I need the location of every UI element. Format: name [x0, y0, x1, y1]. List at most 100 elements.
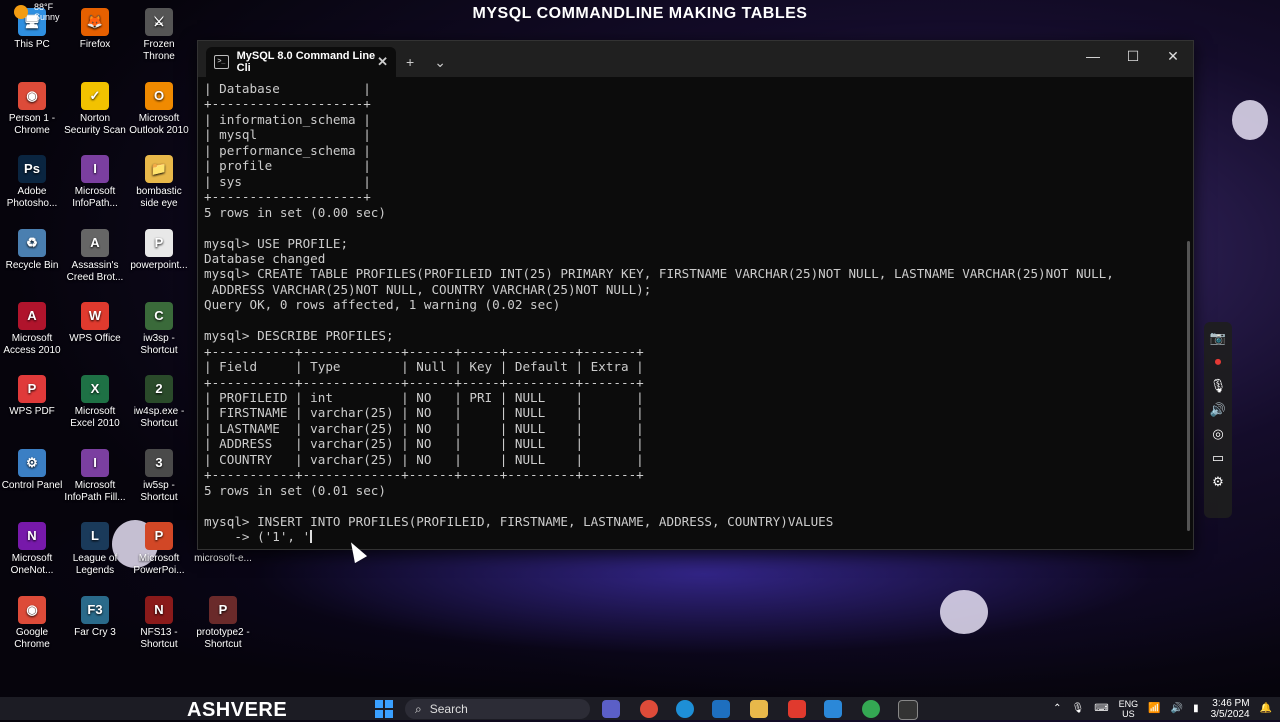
teams-icon[interactable] — [602, 700, 620, 718]
record-icon[interactable]: ⏺ — [1208, 352, 1228, 372]
battery-icon[interactable]: ▮ — [1193, 703, 1199, 714]
desktop-icon[interactable]: Pprototype2 - Shortcut — [191, 596, 255, 651]
wps-icon: W — [81, 302, 109, 330]
webcam-icon[interactable]: ◎ — [1208, 424, 1228, 444]
desktop-icon[interactable]: I Microsoft InfoPath Fill... — [63, 449, 127, 504]
desktop-icon-label: WPS PDF — [9, 406, 55, 417]
desktop-icon[interactable]: P WPS PDF — [0, 375, 64, 418]
desktop-icon[interactable]: ⚙ Control Panel — [0, 449, 64, 492]
console-line: 5 rows in set (0.00 sec) — [204, 204, 386, 220]
desktop-icon[interactable]: Ppowerpoint... — [127, 229, 191, 272]
scrollbar[interactable] — [1187, 241, 1190, 531]
terminal-app-icon[interactable] — [898, 700, 918, 720]
wps-icon[interactable] — [788, 700, 806, 718]
console-line: +-----------+-------------+------+-----+… — [204, 374, 644, 390]
desktop-icon[interactable]: ♻ Recycle Bin — [0, 229, 64, 272]
infopath-icon: I — [81, 449, 109, 477]
console-line: 5 rows in set (0.01 sec) — [204, 482, 386, 498]
desktop-icon[interactable]: A Assassin's Creed Brot... — [63, 229, 127, 284]
game-icon: L — [81, 522, 109, 550]
minimize-button[interactable]: — — [1073, 41, 1113, 71]
language-indicator[interactable]: ENG US — [1119, 699, 1139, 719]
desktop-icon-label: Recycle Bin — [5, 260, 59, 271]
start-button[interactable] — [375, 700, 393, 718]
notification-icon[interactable]: 🔔 — [1260, 703, 1272, 714]
maximize-button[interactable]: ☐ — [1113, 41, 1153, 71]
desktop-icon[interactable]: X Microsoft Excel 2010 — [63, 375, 127, 430]
keyboard-icon[interactable]: ⌨ — [1094, 703, 1108, 714]
desktop-icon[interactable]: ⚔ Frozen Throne — [127, 8, 191, 63]
chevron-up-icon[interactable]: ⌃ — [1053, 703, 1061, 714]
desktop-icon-label: Frozen Throne — [143, 39, 175, 62]
desktop-icon[interactable]: L League of Legends — [63, 522, 127, 577]
desktop-icon[interactable]: ◉ Google Chrome — [0, 596, 64, 651]
terminal-window[interactable]: >_ MySQL 8.0 Command Line Cli ✕ + ⌄ — ☐ … — [197, 40, 1194, 550]
taskbar-search[interactable]: ⌕ Search — [405, 699, 590, 719]
desktop-icon[interactable]: F3 Far Cry 3 — [63, 596, 127, 639]
desktop-icon[interactable]: ✓ Norton Security Scan — [63, 82, 127, 137]
desktop-icon[interactable]: N Microsoft OneNot... — [0, 522, 64, 577]
wifi-icon[interactable]: 📶 — [1148, 703, 1160, 714]
console-line: | sys | — [204, 173, 371, 189]
desktop-icon[interactable]: 🦊 Firefox — [63, 8, 127, 51]
chrome-icon[interactable] — [640, 700, 658, 718]
new-tab-button[interactable]: + — [396, 47, 424, 77]
mail-icon[interactable] — [712, 700, 730, 718]
clock[interactable]: 3:46 PM 3/5/2024 — [1211, 698, 1250, 720]
terminal-icon: >_ — [214, 55, 229, 69]
speaker-icon[interactable]: 🔊 — [1208, 400, 1228, 420]
onenote-icon: N — [18, 522, 46, 550]
game-icon: 3 — [145, 449, 173, 477]
desktop-icon[interactable]: Ps Adobe Photosho... — [0, 155, 64, 210]
desktop-icon[interactable]: Ciw3sp - Shortcut — [127, 302, 191, 357]
excel-icon: X — [81, 375, 109, 403]
desktop-icon-label: Control Panel — [1, 480, 63, 491]
desktop-icon[interactable]: ◉ Person 1 - Chrome — [0, 82, 64, 137]
desktop-icon[interactable]: 📁 bombastic side eye — [127, 155, 191, 210]
microphone-icon[interactable]: 🎙 — [1072, 703, 1085, 714]
desktop-icon[interactable]: I Microsoft InfoPath... — [63, 155, 127, 210]
terminal-tab[interactable]: >_ MySQL 8.0 Command Line Cli ✕ — [206, 47, 396, 77]
weather-widget[interactable]: 88°F Sunny — [14, 2, 60, 22]
desktop-icon[interactable]: P Microsoft PowerPoi... — [127, 522, 191, 577]
terminal-titlebar[interactable]: >_ MySQL 8.0 Command Line Cli ✕ + ⌄ — ☐ … — [198, 41, 1193, 77]
desktop-icon[interactable]: N NFS13 - Shortcut — [127, 596, 191, 651]
file-explorer-icon[interactable] — [750, 700, 768, 718]
desktop-icon-label: NFS13 - Shortcut — [140, 627, 178, 650]
norton-icon: ✓ — [81, 82, 109, 110]
chrome-icon[interactable] — [862, 700, 880, 718]
desktop-icon[interactable]: O Microsoft Outlook 2010 — [127, 82, 191, 137]
settings-icon[interactable]: ⚙ — [1208, 472, 1228, 492]
console-line: +-----------+-------------+------+-----+… — [204, 467, 644, 483]
volume-icon[interactable]: 🔊 — [1171, 703, 1183, 714]
tab-dropdown-button[interactable]: ⌄ — [424, 47, 456, 77]
desktop-icon[interactable]: W WPS Office — [63, 302, 127, 345]
console-output[interactable]: | Database | +--------------------+ | info… — [204, 81, 1181, 545]
console-line: Database changed — [204, 250, 326, 266]
console-line: ADDRESS VARCHAR(25)NOT NULL, COUNTRY VAR… — [204, 281, 652, 297]
desktop-icon[interactable]: 2 iw4sp.exe - Shortcut — [127, 375, 191, 430]
console-line: | COUNTRY | varchar(25) | NO | | NULL | … — [204, 451, 644, 467]
camera-icon[interactable]: 📷 — [1208, 328, 1228, 348]
console-line: | FIRSTNAME | varchar(25) | NO | | NULL … — [204, 405, 644, 421]
desktop-icon[interactable]: 3 iw5sp - Shortcut — [127, 449, 191, 504]
console-line: | mysql | — [204, 127, 371, 143]
close-button[interactable]: ✕ — [1153, 41, 1193, 71]
console-line: | performance_schema | — [204, 142, 371, 158]
desktop-icon-label: Microsoft Outlook 2010 — [129, 113, 189, 136]
desktop-icon[interactable]: A Microsoft Access 2010 — [0, 302, 64, 357]
desktop-icon-label: League of Legends — [72, 553, 118, 576]
document-icon: P — [145, 229, 173, 257]
game-icon: 2 — [145, 375, 173, 403]
edge-icon[interactable] — [676, 700, 694, 718]
console-line: | information_schema | — [204, 111, 371, 127]
desktop-icon-label: Google Chrome — [14, 627, 50, 650]
store-icon[interactable] — [824, 700, 842, 718]
window-icon[interactable]: ▭ — [1208, 448, 1228, 468]
microphone-icon[interactable]: 🎙 — [1208, 376, 1228, 396]
video-overlay-title: MYSQL COMMANDLINE MAKING TABLES — [472, 5, 808, 22]
close-tab-icon[interactable]: ✕ — [377, 54, 388, 70]
window-controls: — ☐ ✕ — [1073, 41, 1193, 71]
wallpaper-flower — [940, 590, 988, 634]
